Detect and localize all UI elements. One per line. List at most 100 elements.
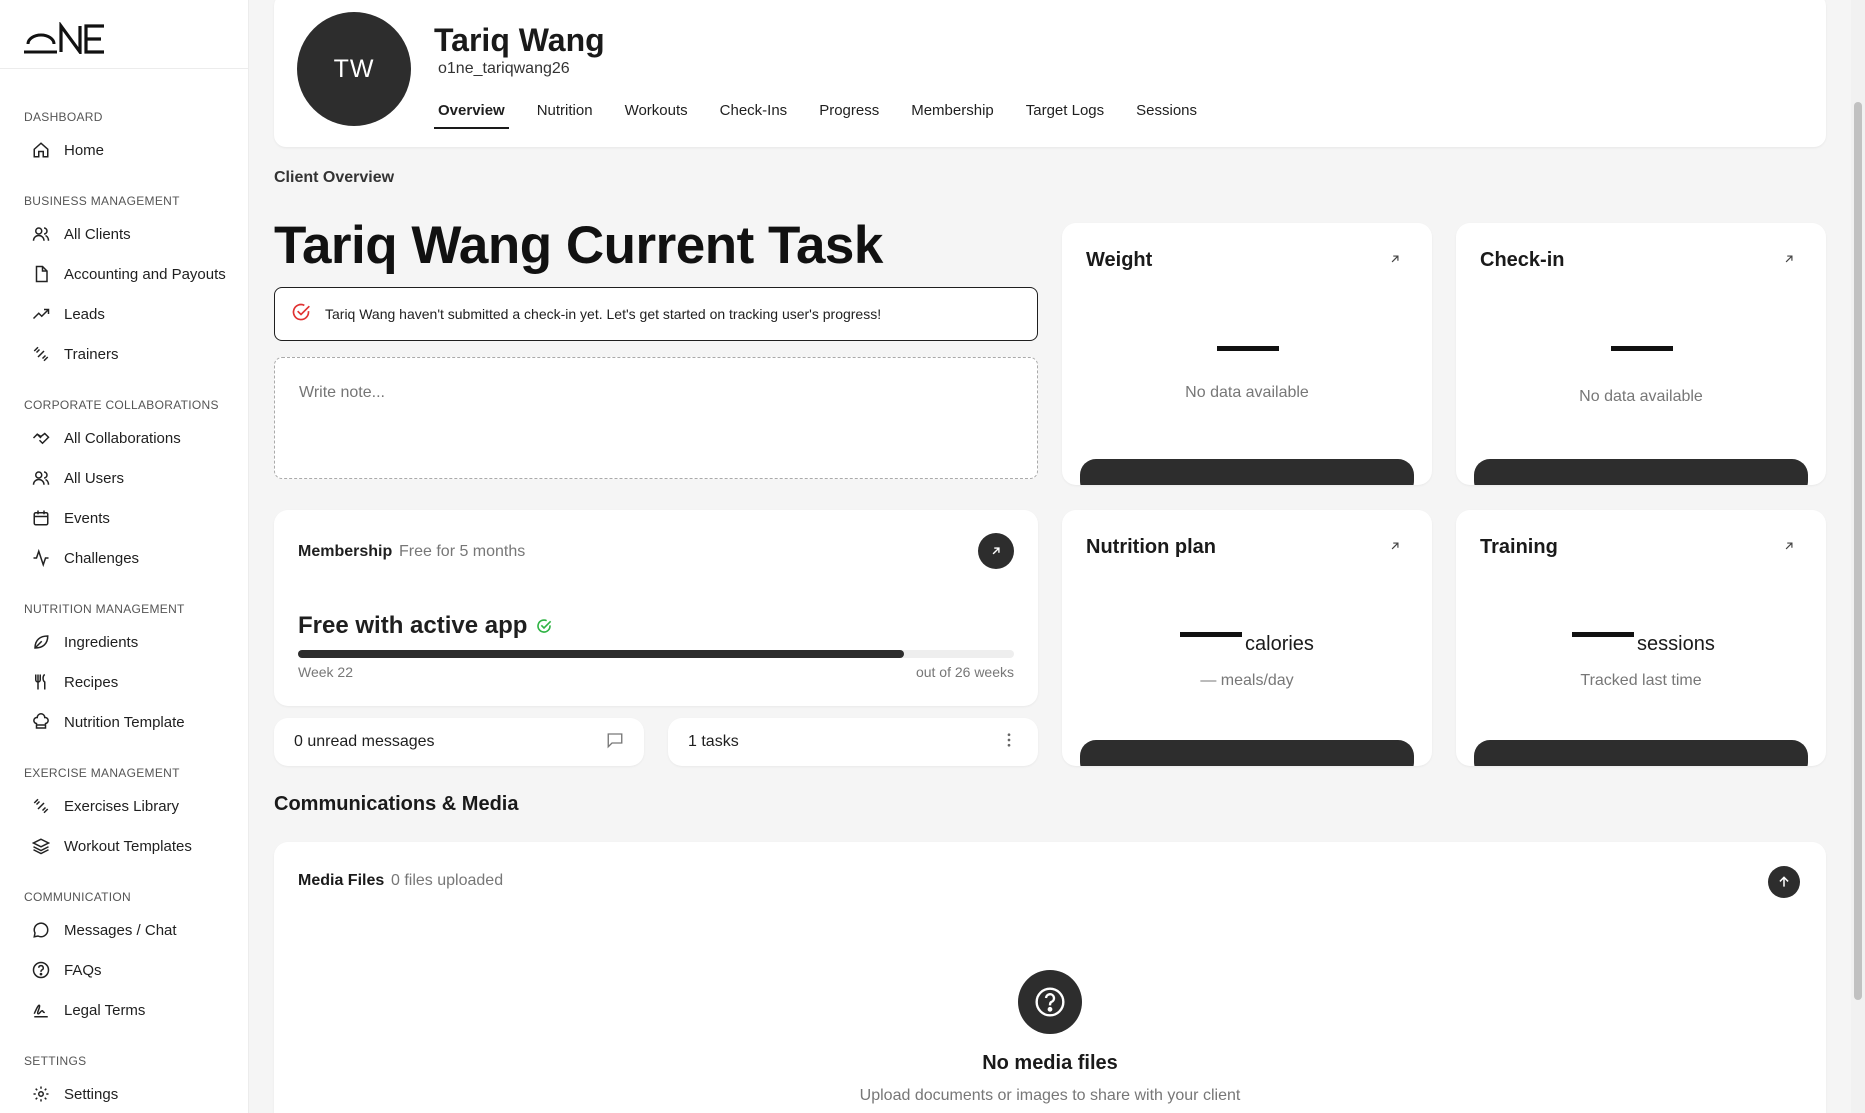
empty-state-title: No media files [982,1052,1118,1074]
section-exercise-management: EXERCISE MANAGEMENT [24,766,180,780]
users-icon [24,217,52,251]
tasks-card[interactable]: 1 tasks [668,718,1038,766]
nutrition-action-button[interactable] [1080,740,1414,766]
gear-icon [24,1077,52,1111]
sidebar-item-all-clients[interactable]: All Clients [24,217,234,251]
sidebar-item-home[interactable]: Home [24,133,234,167]
more-vertical-icon[interactable] [1000,731,1018,754]
upload-button[interactable] [1768,866,1800,898]
checkin-alert: Tariq Wang haven't submitted a check-in … [274,287,1038,341]
sidebar-item-label: All Users [64,469,125,487]
arrow-up-right-icon[interactable] [1782,539,1796,553]
calendar-icon [24,501,52,535]
logo[interactable] [24,21,106,59]
weight-title: Weight [1086,249,1153,271]
training-tracked: Tracked last time [1580,672,1702,689]
sidebar-item-exercises-library[interactable]: Exercises Library [24,789,234,823]
sidebar-item-recipes[interactable]: Recipes [24,665,234,699]
sidebar-item-legal-terms[interactable]: Legal Terms [24,993,234,1027]
note-input[interactable] [274,357,1038,479]
sidebar-item-ingredients[interactable]: Ingredients [24,625,234,659]
week-total: out of 26 weeks [915,664,1014,680]
arrow-up-right-icon [992,547,1000,555]
avatar: TW [297,12,411,126]
tab-overview[interactable]: Overview [434,100,509,129]
tab-workouts[interactable]: Workouts [621,100,692,129]
checkin-action-button[interactable] [1474,459,1808,485]
section-communication: COMMUNICATION [24,890,132,904]
training-title: Training [1480,536,1558,558]
tab-sessions[interactable]: Sessions [1132,100,1201,129]
membership-label: Membership [298,543,393,560]
check-circle-icon [536,618,552,634]
client-name: Tariq Wang [434,22,605,58]
message-circle-icon [24,913,52,947]
sidebar-item-all-collaborations[interactable]: All Collaborations [24,421,234,455]
sidebar-item-challenges[interactable]: Challenges [24,541,234,575]
page-title: Tariq Wang Current Task [274,216,883,275]
arrow-up-right-icon[interactable] [1782,252,1796,266]
tab-target-logs[interactable]: Target Logs [1022,100,1108,129]
weight-action-button[interactable] [1080,459,1414,485]
communications-title: Communications & Media [274,793,519,815]
sidebar-item-label: Trainers [64,345,119,363]
empty-state-subtitle: Upload documents or images to share with… [859,1087,1241,1104]
sidebar-item-label: All Collaborations [64,429,181,447]
sidebar-item-faqs[interactable]: FAQs [24,953,234,987]
membership-progress [298,650,1014,658]
unread-messages: 0 unread messages [294,733,435,750]
section-corporate-collaborations: CORPORATE COLLABORATIONS [24,398,219,412]
sidebar-item-label: Ingredients [64,633,139,651]
tasks-count: 1 tasks [688,733,739,750]
sidebar-item-label: Nutrition Template [64,713,185,731]
membership-plan-label: Free with active app [298,612,528,639]
media-files-card: Media Files 0 files uploaded No media fi… [274,842,1826,1113]
checkin-no-data: No data available [1579,388,1703,405]
sidebar-item-label: Workout Templates [64,837,192,855]
section-dashboard: DASHBOARD [24,110,103,124]
weight-value-placeholder [1217,346,1279,351]
sidebar-item-accounting[interactable]: Accounting and Payouts [24,257,234,291]
signature-icon [24,993,52,1027]
calories-unit: calories [1245,633,1314,655]
sessions-value-placeholder [1572,632,1634,637]
training-action-button[interactable] [1474,740,1808,766]
sidebar-item-workout-templates[interactable]: Workout Templates [24,829,234,863]
sidebar-item-settings[interactable]: Settings [24,1077,234,1111]
sidebar-item-label: Legal Terms [64,1001,146,1019]
trending-up-icon [24,297,52,331]
sidebar-item-label: Exercises Library [64,797,180,815]
sidebar-item-nutrition-template[interactable]: Nutrition Template [24,705,234,739]
membership-open-button[interactable] [978,533,1014,569]
tab-progress[interactable]: Progress [815,100,883,129]
arrow-up-right-icon[interactable] [1388,539,1402,553]
client-handle: o1ne_tariqwang26 [438,60,570,77]
sidebar-item-trainers[interactable]: Trainers [24,337,234,371]
sidebar-item-label: Home [64,141,105,159]
meals-per-day: — meals/day [1200,672,1294,689]
sidebar-item-messages[interactable]: Messages / Chat [24,913,234,947]
utensils-icon [24,665,52,699]
membership-plan: Free with active app [298,612,552,640]
sidebar-item-all-users[interactable]: All Users [24,461,234,495]
week-current: Week 22 [298,664,353,680]
sidebar-item-leads[interactable]: Leads [24,297,234,331]
media-files-label: Media Files [298,872,385,889]
arrow-up-right-icon[interactable] [1388,252,1402,266]
chef-hat-icon [24,705,52,739]
sidebar-item-events[interactable]: Events [24,501,234,535]
membership-progress-fill [298,650,904,658]
messages-card[interactable]: 0 unread messages [274,718,644,766]
tab-membership[interactable]: Membership [907,100,998,129]
sidebar-item-label: Events [64,509,110,527]
membership-subtitle: Free for 5 months [399,543,526,560]
alert-text: Tariq Wang haven't submitted a check-in … [325,306,882,322]
tab-nutrition[interactable]: Nutrition [533,100,597,129]
scrollbar-thumb[interactable] [1854,102,1862,1000]
message-square-icon [606,731,624,754]
help-circle-icon [24,953,52,987]
home-icon [24,133,52,167]
tab-check-ins[interactable]: Check-Ins [716,100,792,129]
alert-check-icon [291,302,311,327]
weight-card: Weight No data available [1062,223,1432,485]
